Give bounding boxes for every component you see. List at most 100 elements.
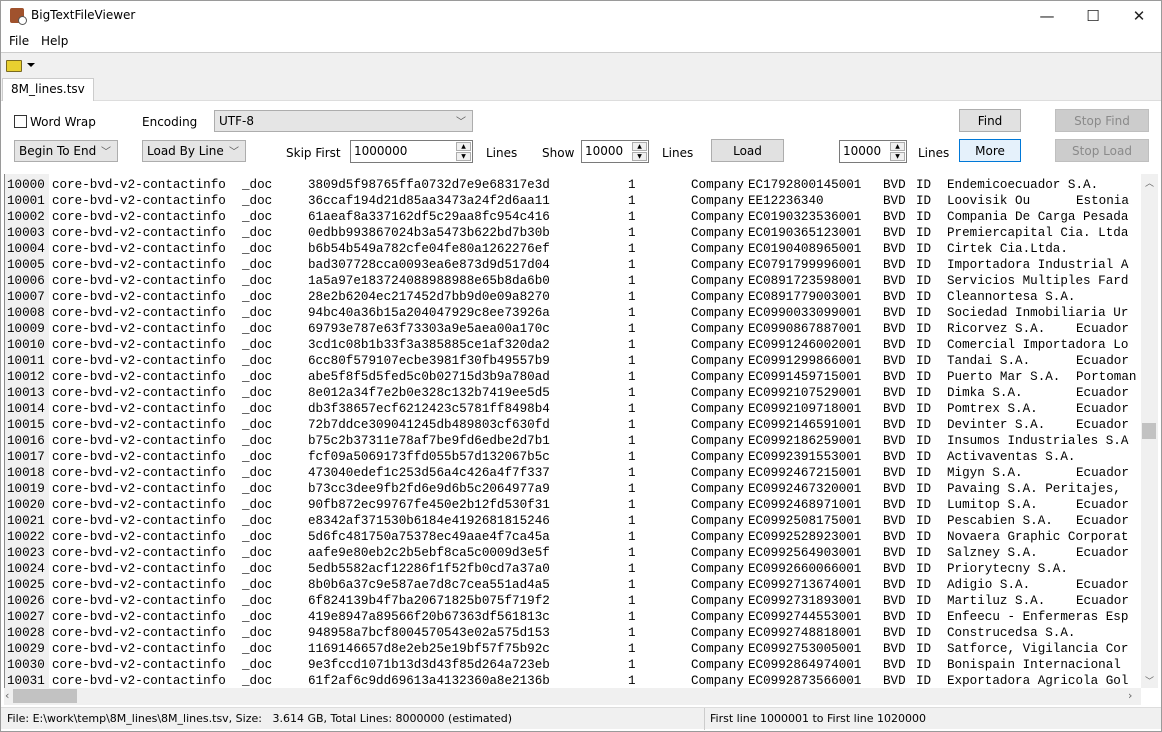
text-line: 10016 core-bvd-v2-contactinfo _doc b75c2b37… bbox=[5, 433, 1141, 449]
folder-open-icon[interactable] bbox=[6, 60, 22, 72]
company-name: Pavaing S.A. Peritajes, bbox=[947, 482, 1121, 496]
company-name: Exportadora Agricola Gol bbox=[947, 674, 1129, 688]
doc-type: _doc bbox=[242, 274, 273, 288]
bvd-id: EC0992660066001 bbox=[748, 562, 862, 576]
version: 1 bbox=[628, 674, 636, 688]
id-type-b: ID bbox=[916, 418, 932, 432]
vertical-scroll-thumb[interactable] bbox=[1142, 423, 1156, 439]
find-button[interactable]: Find bbox=[959, 109, 1021, 132]
spin-up-icon[interactable]: ▲ bbox=[632, 142, 647, 151]
spin-up-icon[interactable]: ▲ bbox=[890, 142, 905, 151]
version: 1 bbox=[628, 402, 636, 416]
word-wrap-checkbox[interactable] bbox=[14, 115, 27, 128]
direction-select[interactable]: Begin To End ﹀ bbox=[14, 140, 118, 162]
company-name: Devinter S.A. bbox=[947, 418, 1046, 432]
id-type-a: BVD bbox=[883, 450, 906, 464]
menu-file[interactable]: File bbox=[9, 34, 29, 48]
company-name: Priorytecny S.A. bbox=[947, 562, 1068, 576]
id-type-b: ID bbox=[916, 306, 932, 320]
scroll-up-icon[interactable]: ︿ bbox=[1145, 176, 1154, 189]
id-type-a: BVD bbox=[883, 290, 906, 304]
load-mode-select[interactable]: Load By Line ﹀ bbox=[142, 140, 246, 162]
index-name: core-bvd-v2-contactinfo bbox=[52, 434, 226, 448]
doc-type: _doc bbox=[242, 498, 273, 512]
show-lines-stepper[interactable]: 10000 ▲ ▼ bbox=[581, 140, 649, 163]
bvd-id: EC0992146591001 bbox=[748, 418, 862, 432]
company-name: Compania De Carga Pesada bbox=[947, 210, 1129, 224]
maximize-button[interactable]: ☐ bbox=[1070, 1, 1116, 31]
country: Ecuador bbox=[1076, 402, 1129, 416]
scroll-right-icon[interactable]: › bbox=[1128, 689, 1132, 702]
spin-up-icon[interactable]: ▲ bbox=[456, 142, 471, 151]
version: 1 bbox=[628, 482, 636, 496]
caret-down-icon[interactable] bbox=[27, 63, 35, 67]
id-type-b: ID bbox=[916, 530, 932, 544]
scroll-left-icon[interactable]: ‹ bbox=[5, 689, 9, 702]
id-type-a: BVD bbox=[883, 674, 906, 688]
doc-id: 0edbb993867024b3a5473b622bd7b30b bbox=[308, 226, 550, 240]
version: 1 bbox=[628, 354, 636, 368]
entity-type: Company bbox=[691, 338, 744, 352]
entity-type: Company bbox=[691, 466, 744, 480]
doc-id: 3cd1c08b1b33f3a385885ce1af320da2 bbox=[308, 338, 550, 352]
more-button[interactable]: More bbox=[959, 139, 1021, 162]
id-type-a: BVD bbox=[883, 178, 906, 192]
doc-id: 72b7ddce309041245db489803cf630fd bbox=[308, 418, 550, 432]
menu-help[interactable]: Help bbox=[41, 34, 68, 48]
text-view[interactable]: 10000 core-bvd-v2-contactinfo _doc 3809d5f9… bbox=[4, 174, 1141, 688]
id-type-b: ID bbox=[916, 482, 932, 496]
id-type-a: BVD bbox=[883, 498, 906, 512]
horizontal-scrollbar[interactable]: ‹ › bbox=[4, 688, 1141, 705]
doc-type: _doc bbox=[242, 386, 273, 400]
bvd-id: EC0992467215001 bbox=[748, 466, 862, 480]
stop-find-button[interactable]: Stop Find bbox=[1055, 109, 1149, 132]
text-line: 10019 core-bvd-v2-contactinfo _doc b73cc3de… bbox=[5, 481, 1141, 497]
line-number: 10003 bbox=[7, 226, 45, 240]
scroll-down-icon[interactable]: ﹀ bbox=[1145, 674, 1154, 687]
stop-load-button[interactable]: Stop Load bbox=[1055, 139, 1149, 162]
doc-id: 94bc40a36b15a204047929c8ee73926a bbox=[308, 306, 550, 320]
entity-type: Company bbox=[691, 562, 744, 576]
index-name: core-bvd-v2-contactinfo bbox=[52, 610, 226, 624]
text-line: 10023 core-bvd-v2-contactinfo _doc aafe9e80… bbox=[5, 545, 1141, 561]
index-name: core-bvd-v2-contactinfo bbox=[52, 258, 226, 272]
spin-down-icon[interactable]: ▼ bbox=[456, 152, 471, 161]
index-name: core-bvd-v2-contactinfo bbox=[52, 354, 226, 368]
doc-type: _doc bbox=[242, 210, 273, 224]
entity-type: Company bbox=[691, 546, 744, 560]
text-line: 10026 core-bvd-v2-contactinfo _doc 6f824139… bbox=[5, 593, 1141, 609]
close-button[interactable]: ✕ bbox=[1116, 1, 1162, 31]
text-line: 10028 core-bvd-v2-contactinfo _doc 948958a7… bbox=[5, 625, 1141, 641]
doc-type: _doc bbox=[242, 226, 273, 240]
minimize-button[interactable]: — bbox=[1024, 1, 1070, 31]
line-number: 10014 bbox=[7, 402, 45, 416]
id-type-b: ID bbox=[916, 290, 932, 304]
line-number: 10005 bbox=[7, 258, 45, 272]
doc-id: 5edb5582acf12286f1f52fb0cd7a37a0 bbox=[308, 562, 550, 576]
entity-type: Company bbox=[691, 482, 744, 496]
version: 1 bbox=[628, 626, 636, 640]
status-bar: File: E:\work\temp\8M_lines\8M_lines.tsv… bbox=[1, 707, 1161, 730]
encoding-select[interactable]: UTF-8 ﹀ bbox=[214, 110, 473, 132]
bvd-id: EC0992107529001 bbox=[748, 386, 862, 400]
entity-type: Company bbox=[691, 626, 744, 640]
line-number: 10020 bbox=[7, 498, 45, 512]
skip-first-stepper[interactable]: 1000000 ▲ ▼ bbox=[350, 140, 473, 163]
id-type-a: BVD bbox=[883, 546, 906, 560]
doc-type: _doc bbox=[242, 306, 273, 320]
tab-file[interactable]: 8M_lines.tsv bbox=[2, 78, 94, 102]
doc-id: 69793e787e63f73303a9e5aea00a170c bbox=[308, 322, 550, 336]
line-number: 10006 bbox=[7, 274, 45, 288]
load-button[interactable]: Load bbox=[711, 139, 784, 162]
more-lines-stepper[interactable]: 10000 ▲ ▼ bbox=[839, 140, 907, 163]
app-window: BigTextFileViewer — ☐ ✕ File Help 8M_lin… bbox=[0, 0, 1162, 732]
spin-down-icon[interactable]: ▼ bbox=[890, 152, 905, 161]
bvd-id: EC0190365123001 bbox=[748, 226, 862, 240]
horizontal-scroll-thumb[interactable] bbox=[13, 689, 77, 703]
spin-down-icon[interactable]: ▼ bbox=[632, 152, 647, 161]
bvd-id: EC0992753005001 bbox=[748, 642, 862, 656]
id-type-b: ID bbox=[916, 642, 932, 656]
id-type-a: BVD bbox=[883, 258, 906, 272]
text-line: 10012 core-bvd-v2-contactinfo _doc abe5f8f5… bbox=[5, 369, 1141, 385]
country: Ecuador bbox=[1076, 578, 1129, 592]
